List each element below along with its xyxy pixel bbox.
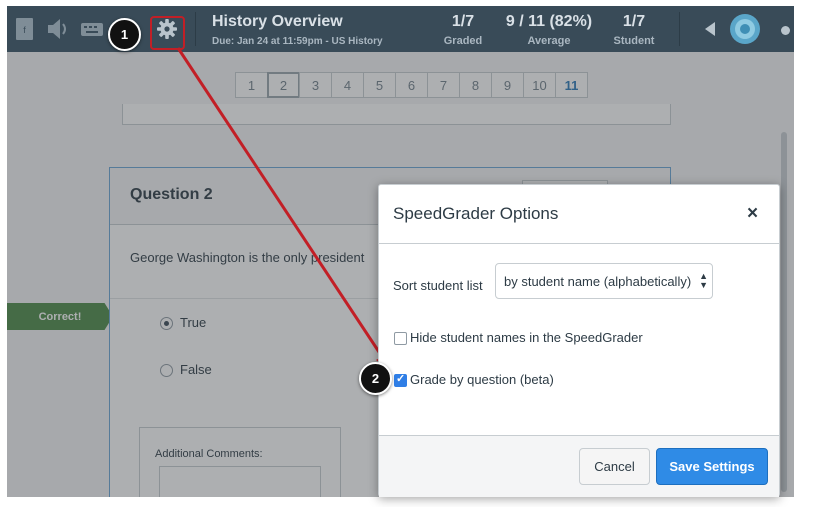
callout-1: 1 — [108, 18, 141, 51]
sort-select[interactable]: by student name (alphabetically) ▲ ▼ — [495, 263, 713, 299]
graded-value: 1/7 — [451, 13, 475, 30]
student-label: Student — [613, 35, 655, 47]
avatar-icon[interactable] — [729, 13, 761, 45]
graded-stat: 1/7 Graded — [435, 13, 491, 47]
student-value: 1/7 — [622, 13, 646, 30]
save-settings-button[interactable]: Save Settings — [656, 448, 768, 485]
callout-2: 2 — [359, 362, 392, 395]
speedgrader-options-dialog: SpeedGrader Options × Sort student list … — [378, 184, 780, 497]
gear-highlight — [150, 16, 185, 50]
sort-select-value: by student name (alphabetically) — [504, 274, 692, 289]
assignment-due: Due: Jan 24 at 11:59pm - US History — [212, 36, 383, 47]
sort-label: Sort student list — [393, 278, 483, 293]
hide-names-label: Hide student names in the SpeedGrader — [410, 330, 643, 345]
dialog-footer: Cancel Save Settings — [379, 435, 779, 497]
student-stat: 1/7 Student — [609, 13, 659, 47]
document-icon[interactable]: f — [13, 15, 37, 43]
speaker-icon[interactable] — [45, 15, 69, 43]
average-value: 9 / 11 (82%) — [505, 13, 593, 30]
prev-arrow-icon[interactable] — [703, 21, 717, 37]
dialog-divider — [379, 243, 779, 244]
select-arrows-icon: ▲ ▼ — [699, 271, 708, 290]
grade-by-question-label: Grade by question (beta) — [410, 372, 554, 387]
average-stat: 9 / 11 (82%) Average — [503, 13, 595, 47]
close-icon[interactable]: × — [747, 203, 758, 225]
header-divider — [679, 12, 680, 46]
next-indicator[interactable] — [781, 26, 790, 35]
dialog-title: SpeedGrader Options — [393, 204, 559, 223]
hide-names-checkbox[interactable] — [394, 332, 407, 345]
cancel-button[interactable]: Cancel — [579, 448, 650, 485]
header-divider — [195, 12, 196, 46]
graded-label: Graded — [443, 35, 483, 47]
assignment-title[interactable]: History Overview — [212, 13, 343, 31]
keyboard-icon[interactable] — [79, 15, 105, 43]
average-label: Average — [527, 35, 571, 47]
grade-by-question-checkbox[interactable] — [394, 372, 407, 387]
